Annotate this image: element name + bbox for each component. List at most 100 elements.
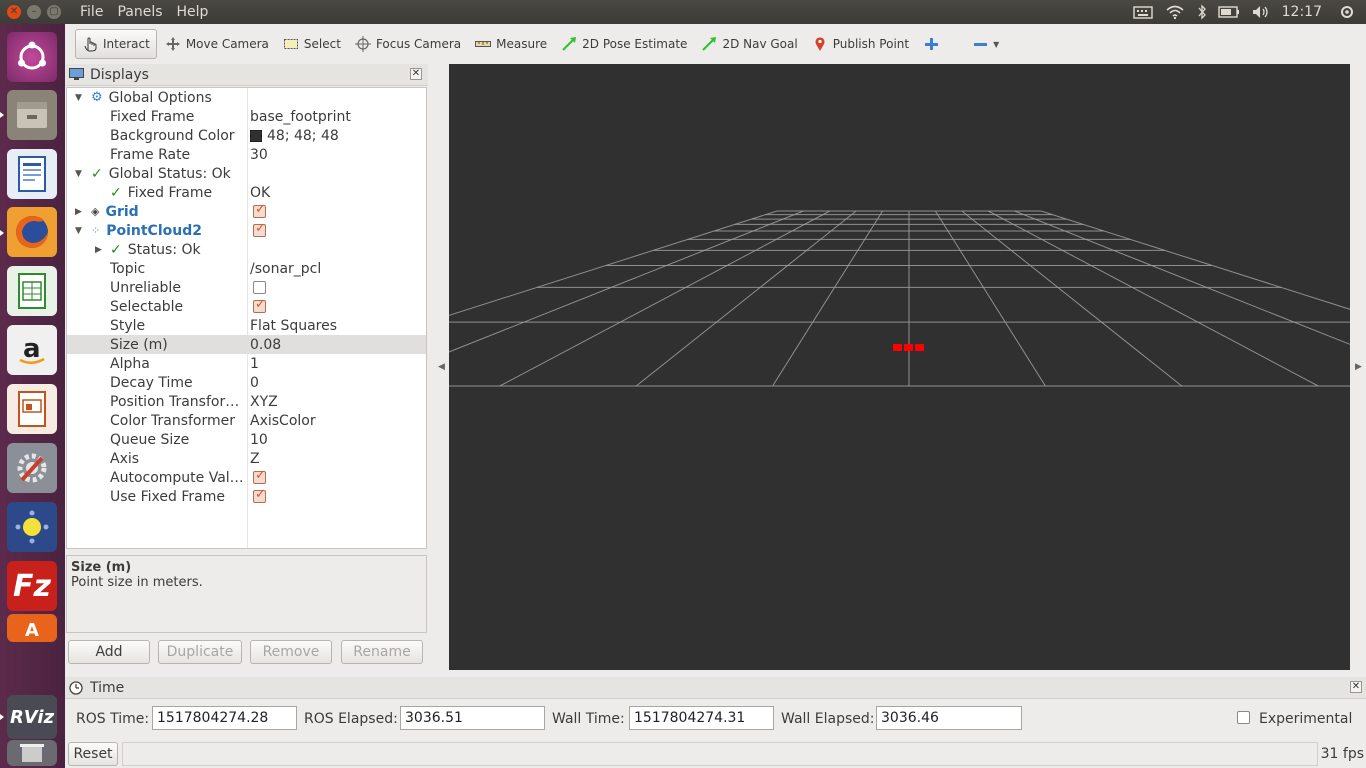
tool-measure[interactable]: Measure [469,29,553,59]
tool-select[interactable]: Select [277,29,347,59]
window-maximize-button[interactable]: ▢ [47,5,61,19]
tool-interact[interactable]: Interact [75,29,157,59]
rename-display-button[interactable]: Rename [341,640,423,664]
collapse-arrow-icon[interactable]: ▶ [75,202,82,221]
software-center-icon[interactable]: A [7,614,57,642]
tool-2d-nav-goal[interactable]: 2D Nav Goal [695,29,803,59]
tool-focus-camera[interactable]: Focus Camera [349,29,467,59]
prop-value[interactable]: Z [250,449,260,468]
prop-value[interactable]: AxisColor [250,411,316,430]
menu-help[interactable]: Help [177,4,209,20]
tree-row-selectable[interactable]: Selectable [67,297,426,316]
tree-row-pointcloud-status[interactable]: ▶ ✓ Status: Ok [67,240,426,259]
tree-row-status-fixed-frame[interactable]: ✓ Fixed Frame OK [67,183,426,202]
rviz-icon[interactable]: RViz [7,695,57,739]
clock[interactable]: 12:17 [1282,4,1322,20]
filezilla-icon[interactable]: Fz [7,561,57,611]
amazon-icon[interactable]: a [7,325,57,375]
trash-icon[interactable] [7,740,57,766]
collapse-right-arrow-icon[interactable]: ▶ [1355,362,1362,372]
tree-row-global-status[interactable]: ▼ ✓ Global Status: Ok [67,164,426,183]
remove-display-button[interactable]: Remove [250,640,332,664]
use-fixed-frame-checkbox[interactable] [253,487,266,503]
tree-row-queue-size[interactable]: Queue Size 10 [67,430,426,449]
prop-value[interactable]: 1 [250,354,259,373]
tool-publish-point[interactable]: Publish Point [806,29,915,59]
tool-select-label: Select [303,37,341,51]
menu-file[interactable]: File [80,4,103,20]
tree-row-global-options[interactable]: ▼ ⚙ Global Options [67,88,426,107]
ubuntu-dash-icon[interactable] [7,32,57,82]
tool-move-camera[interactable]: Move Camera [159,29,275,59]
collapse-left-arrow-icon[interactable]: ◀ [438,362,445,372]
system-tray: 12:17 [1132,0,1366,24]
displays-close-button[interactable]: ✕ [410,68,422,80]
autocompute-checkbox[interactable] [253,468,266,484]
tree-row-size[interactable]: Size (m) 0.08 [67,335,426,354]
keyboard-icon[interactable] [1132,4,1154,20]
tree-row-use-fixed-frame[interactable]: Use Fixed Frame [67,487,426,506]
prop-name: Queue Size [110,431,190,448]
ros-time-field[interactable]: 1517804274.28 [152,706,297,730]
experimental-checkbox[interactable] [1237,711,1250,724]
pointcloud2-enabled-checkbox[interactable] [253,221,266,237]
tree-row-topic[interactable]: Topic /sonar_pcl [67,259,426,278]
prop-value[interactable]: Flat Squares [250,316,337,335]
tree-row-grid[interactable]: ▶ ◈ Grid [67,202,426,221]
prop-value[interactable]: XYZ [250,392,278,411]
time-close-button[interactable]: ✕ [1350,681,1362,693]
wall-elapsed-field[interactable]: 3036.46 [876,706,1022,730]
power-gear-icon[interactable] [1336,4,1358,20]
tool-2d-pose-estimate[interactable]: 2D Pose Estimate [555,29,693,59]
prop-value[interactable]: 10 [250,430,268,449]
tree-row-axis[interactable]: Axis Z [67,449,426,468]
tree-row-frame-rate[interactable]: Frame Rate 30 [67,145,426,164]
tree-row-fixed-frame[interactable]: Fixed Frame base_footprint [67,107,426,126]
expand-arrow-icon[interactable]: ▼ [75,88,82,107]
volume-icon[interactable] [1250,4,1272,20]
ros-elapsed-field[interactable]: 3036.51 [400,706,545,730]
grid-enabled-checkbox[interactable] [253,202,266,218]
tree-row-pointcloud2[interactable]: ▼ ⁘ PointCloud2 [67,221,426,240]
wall-time-field[interactable]: 1517804274.31 [629,706,774,730]
expand-arrow-icon[interactable]: ▼ [75,164,82,183]
window-close-button[interactable]: ✕ [7,5,21,19]
ros-icon[interactable] [7,502,57,552]
firefox-icon[interactable] [7,207,57,257]
prop-value[interactable]: 0 [250,373,259,392]
frame-rate-value[interactable]: 30 [250,145,268,164]
files-icon[interactable] [7,90,57,140]
grid-line [772,210,884,387]
battery-icon[interactable] [1217,4,1240,20]
expand-arrow-icon[interactable]: ▼ [75,221,82,240]
window-minimize-button[interactable]: – [27,5,41,19]
wifi-icon[interactable] [1164,4,1186,20]
tree-row-style[interactable]: Style Flat Squares [67,316,426,335]
unreliable-checkbox[interactable] [253,281,266,294]
collapse-arrow-icon[interactable]: ▶ [95,240,102,259]
bluetooth-icon[interactable] [1196,4,1208,20]
impress-icon[interactable] [7,384,57,434]
reset-button[interactable]: Reset [68,742,118,766]
render-view[interactable] [449,64,1350,670]
tree-row-position-transformer[interactable]: Position Transfor… XYZ [67,392,426,411]
menu-panels[interactable]: Panels [117,4,162,20]
add-display-button[interactable]: Add [68,640,150,664]
duplicate-display-button[interactable]: Duplicate [158,640,242,664]
tree-row-background-color[interactable]: Background Color 48; 48; 48 [67,126,426,145]
calc-icon[interactable] [7,266,57,316]
prop-value[interactable]: /sonar_pcl [250,259,321,278]
tree-row-color-transformer[interactable]: Color Transformer AxisColor [67,411,426,430]
system-settings-icon[interactable] [7,443,57,493]
prop-value[interactable]: 0.08 [250,335,281,354]
tree-row-decay-time[interactable]: Decay Time 0 [67,373,426,392]
selectable-checkbox[interactable] [253,297,266,313]
fixed-frame-value[interactable]: base_footprint [250,107,351,126]
tree-row-alpha[interactable]: Alpha 1 [67,354,426,373]
writer-icon[interactable] [7,149,57,199]
remove-tool-button[interactable]: ▼ [966,29,1005,59]
add-tool-button[interactable] [917,29,950,59]
tree-row-unreliable[interactable]: Unreliable [67,278,426,297]
background-color-value-cell[interactable]: 48; 48; 48 [250,126,339,145]
tree-row-autocompute[interactable]: Autocompute Val… [67,468,426,487]
